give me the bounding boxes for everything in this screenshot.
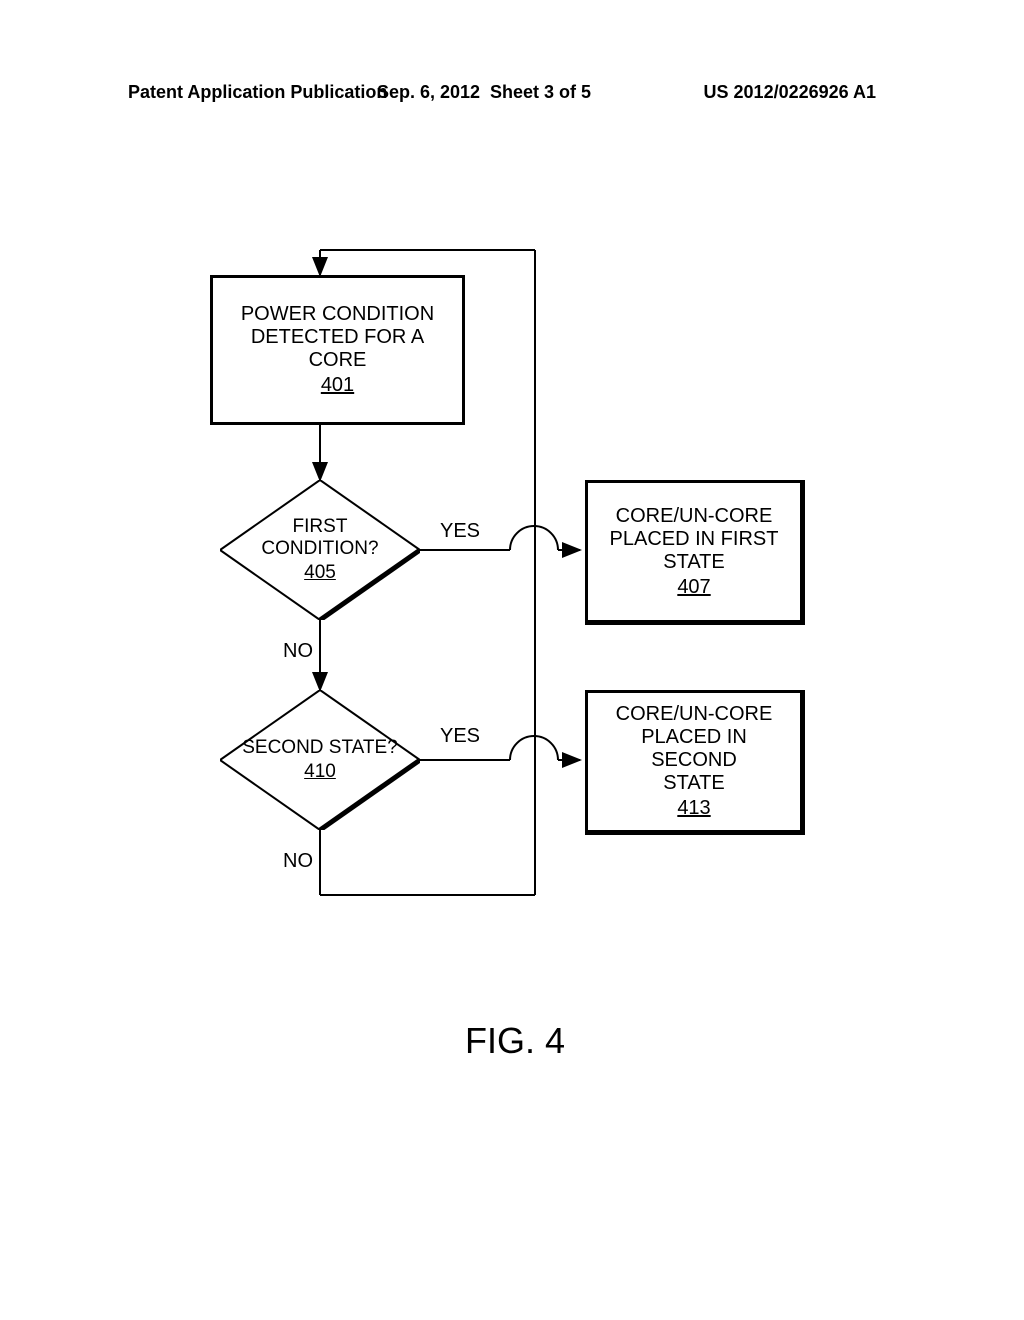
sheet-number: Sheet 3 of 5 bbox=[490, 82, 591, 103]
step-413-line2: PLACED IN SECOND bbox=[596, 726, 792, 772]
decision-405-text: FIRST CONDITION? 405 bbox=[220, 480, 420, 620]
decision-405-ref: 405 bbox=[304, 562, 336, 584]
publication-date: Sep. 6, 2012 bbox=[377, 82, 480, 103]
decision-410-yes-label: YES bbox=[440, 725, 480, 748]
step-413: CORE/UN-CORE PLACED IN SECOND STATE 413 bbox=[585, 690, 805, 835]
decision-405-yes-label: YES bbox=[440, 520, 480, 543]
decision-405-no-label: NO bbox=[283, 640, 313, 663]
decision-405-line2: CONDITION? bbox=[261, 538, 378, 560]
step-401-ref: 401 bbox=[321, 374, 354, 397]
step-407-line2: PLACED IN FIRST bbox=[610, 528, 779, 551]
decision-410-line1: SECOND STATE? bbox=[242, 737, 398, 759]
figure-label: FIG. 4 bbox=[465, 1020, 565, 1062]
step-407-line3: STATE bbox=[663, 551, 724, 574]
publication-number: US 2012/0226926 A1 bbox=[704, 82, 876, 103]
decision-410-ref: 410 bbox=[304, 761, 336, 783]
step-401: POWER CONDITION DETECTED FOR A CORE 401 bbox=[210, 275, 465, 425]
flowchart-arrows bbox=[0, 0, 1024, 1320]
decision-410-no-label: NO bbox=[283, 850, 313, 873]
step-401-line1: POWER CONDITION bbox=[241, 303, 434, 326]
step-413-ref: 413 bbox=[677, 797, 710, 820]
step-407-ref: 407 bbox=[677, 576, 710, 599]
page-container: Patent Application Publication Sep. 6, 2… bbox=[0, 0, 1024, 1320]
step-413-line1: CORE/UN-CORE bbox=[616, 703, 773, 726]
step-407: CORE/UN-CORE PLACED IN FIRST STATE 407 bbox=[585, 480, 805, 625]
decision-410-text: SECOND STATE? 410 bbox=[220, 690, 420, 830]
step-413-line3: STATE bbox=[663, 772, 724, 795]
decision-410: SECOND STATE? 410 bbox=[220, 690, 420, 830]
publication-type: Patent Application Publication bbox=[128, 82, 387, 103]
step-407-line1: CORE/UN-CORE bbox=[616, 505, 773, 528]
step-401-line2: DETECTED FOR A CORE bbox=[221, 326, 454, 372]
decision-405-line1: FIRST bbox=[293, 516, 348, 538]
decision-405: FIRST CONDITION? 405 bbox=[220, 480, 420, 620]
